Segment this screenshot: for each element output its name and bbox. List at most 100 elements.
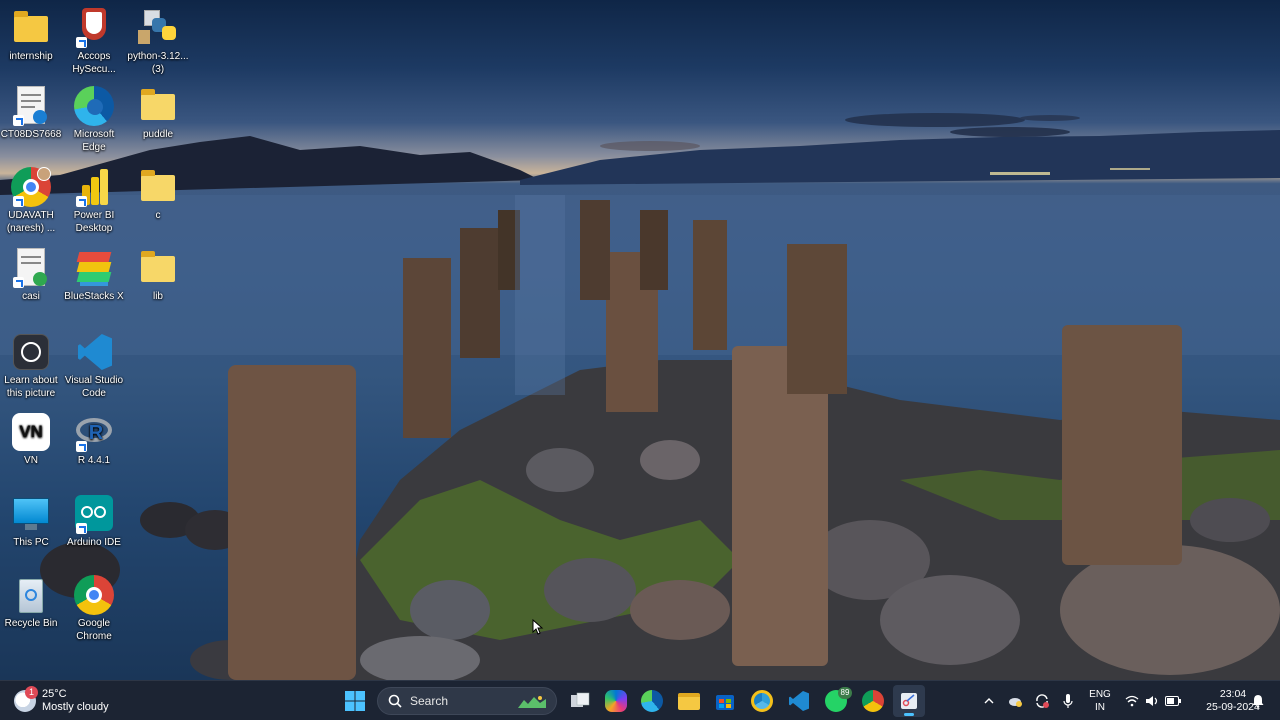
tray-sync[interactable] — [1032, 681, 1052, 720]
search-highlight-icon — [518, 696, 546, 708]
desktop-icon-label: R 4.4.1 — [77, 455, 111, 466]
weather-badge: 1 — [25, 686, 38, 699]
desktop-icon-label: Google Chrome — [76, 618, 112, 642]
microphone-icon — [1063, 694, 1073, 708]
taskbar-snipping-tool[interactable] — [893, 685, 925, 717]
onedrive-warning-icon — [1009, 698, 1022, 707]
bell-icon — [1252, 695, 1264, 708]
task-view-icon — [571, 692, 590, 707]
task-view-button[interactable] — [564, 685, 596, 717]
sync-icon — [1036, 694, 1049, 708]
folder-icon — [138, 167, 178, 207]
desktop-wallpaper — [0, 0, 1280, 680]
windows-logo-icon — [345, 691, 365, 711]
notification-center-button[interactable] — [1248, 681, 1268, 720]
taskbar-search[interactable]: Search — [377, 687, 557, 715]
taskbar: 1 25°C Mostly cloudy Search 89 ENG IN 23… — [0, 680, 1280, 720]
chrome-icon — [74, 575, 114, 615]
lang-line1: ENG — [1089, 689, 1111, 700]
vn-app-icon: VN — [11, 412, 51, 452]
desktop-icon-this-pc[interactable]: This PC — [0, 494, 63, 549]
desktop-icon-label: Visual Studio Code — [64, 375, 124, 399]
chrome-icon — [11, 167, 51, 207]
desktop-icon-internship[interactable]: internship — [0, 8, 63, 63]
clock-time: 23:04 — [1219, 688, 1247, 700]
copilot-icon — [605, 690, 627, 712]
start-button[interactable] — [339, 685, 371, 717]
desktop-icon-accops[interactable]: Accops HySecu... — [62, 8, 126, 76]
desktop-icon-c[interactable]: c — [126, 167, 190, 222]
whatsapp-badge: 89 — [838, 687, 852, 699]
tray-network-volume-battery[interactable] — [1122, 681, 1184, 720]
accops-shield-icon — [74, 8, 114, 48]
desktop-icon-bluestacks[interactable]: BlueStacks X — [62, 248, 126, 303]
desktop-icon-recycle-bin[interactable]: Recycle Bin — [0, 575, 63, 630]
desktop-icon-powerbi[interactable]: Power BI Desktop — [62, 167, 126, 235]
desktop-icon-label: Power BI Desktop — [73, 210, 115, 234]
weather-temp: 25°C — [42, 688, 67, 700]
desktop-icon-udavath-chrome[interactable]: UDAVATH (naresh) ... — [0, 167, 63, 235]
desktop-icon-learn-about-picture[interactable]: Learn about this picture — [0, 332, 63, 400]
weather-condition: Mostly cloudy — [42, 701, 109, 713]
edge-icon — [74, 86, 114, 126]
desktop-icon-label: Arduino IDE — [67, 537, 121, 548]
desktop-icon-label: Microsoft Edge — [73, 129, 115, 153]
store-icon — [716, 695, 734, 710]
volume-icon — [1146, 696, 1158, 706]
copilot-button[interactable] — [600, 685, 632, 717]
taskbar-whatsapp[interactable]: 89 — [820, 685, 852, 717]
taskbar-store[interactable] — [709, 685, 741, 717]
tray-onedrive[interactable] — [1005, 681, 1025, 720]
tray-microphone[interactable] — [1058, 681, 1078, 720]
mouse-cursor-icon — [532, 619, 544, 635]
desktop-icon-label: puddle — [142, 129, 174, 140]
desktop-icon-label: internship — [9, 51, 53, 62]
tray-overflow-button[interactable] — [980, 681, 998, 720]
desktop-icon-label: lib — [152, 291, 163, 302]
r-language-icon: R — [74, 412, 114, 452]
vscode-icon — [74, 332, 114, 372]
desktop-icon-label: casi — [22, 291, 40, 302]
desktop-icon-lib[interactable]: lib — [126, 248, 190, 303]
snipping-tool-icon — [901, 693, 917, 709]
wifi-icon — [1125, 695, 1139, 707]
taskbar-vscode[interactable] — [783, 685, 815, 717]
taskbar-chrome-canary[interactable] — [746, 685, 778, 717]
taskbar-edge[interactable] — [636, 685, 668, 717]
desktop-icon-ct08ds7668[interactable]: CT08DS7668 — [0, 86, 63, 141]
powerbi-icon — [74, 167, 114, 207]
folder-icon — [11, 8, 51, 48]
chevron-up-icon — [984, 698, 994, 704]
vscode-icon — [789, 691, 809, 711]
edge-icon — [641, 690, 663, 712]
desktop-icon-vn[interactable]: VN VN — [0, 412, 63, 467]
document-icon — [11, 248, 51, 288]
chrome-icon — [862, 690, 884, 712]
desktop-icon-label: Accops HySecu... — [72, 51, 116, 75]
weather-widget[interactable]: 1 25°C Mostly cloudy — [14, 681, 124, 720]
desktop-icon-python-installer[interactable]: python-3.12... (3) — [126, 8, 190, 76]
camera-icon — [11, 332, 51, 372]
tray-language[interactable]: ENG IN — [1085, 681, 1115, 720]
desktop-icon-vscode[interactable]: Visual Studio Code — [62, 332, 126, 400]
document-icon — [11, 86, 51, 126]
bluestacks-icon — [74, 248, 114, 288]
desktop-icon-casi[interactable]: casi — [0, 248, 63, 303]
desktop-icon-arduino[interactable]: Arduino IDE — [62, 494, 126, 549]
desktop-icon-edge[interactable]: Microsoft Edge — [62, 86, 126, 154]
search-icon — [388, 694, 402, 708]
desktop-icon-label: python-3.12... (3) — [127, 51, 189, 75]
folder-icon — [138, 248, 178, 288]
search-placeholder: Search — [410, 694, 449, 708]
desktop-icon-google-chrome[interactable]: Google Chrome — [62, 575, 126, 643]
desktop-icon-puddle[interactable]: puddle — [126, 86, 190, 141]
desktop-icon-r[interactable]: R R 4.4.1 — [62, 412, 126, 467]
taskbar-file-explorer[interactable] — [673, 685, 705, 717]
cloudy-weather-icon: 1 — [14, 686, 38, 712]
python-installer-icon — [138, 8, 178, 48]
monitor-icon — [11, 494, 51, 534]
taskbar-chrome[interactable] — [857, 685, 889, 717]
arduino-icon — [74, 494, 114, 534]
folder-icon — [678, 692, 700, 710]
desktop-icon-label: BlueStacks X — [64, 291, 124, 302]
